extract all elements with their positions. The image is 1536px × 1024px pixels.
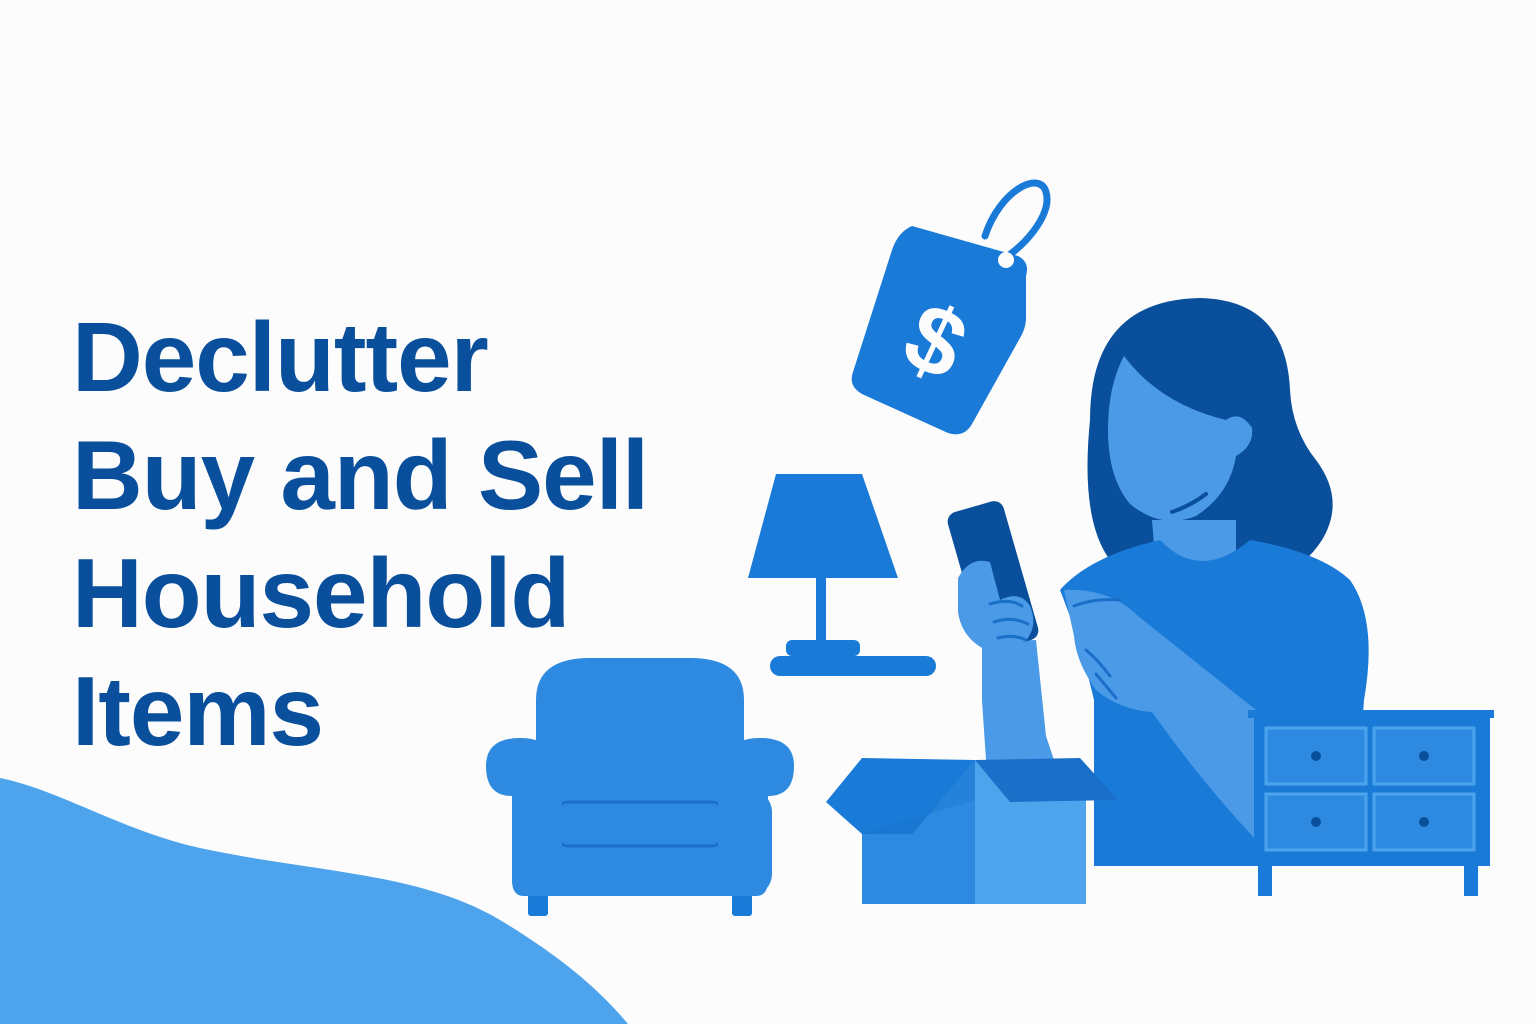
headline-line-1: Declutter <box>72 302 489 412</box>
hero-banner: $ Declutter Buy and Sell Household Items <box>0 0 1536 1024</box>
cardboard-box-icon <box>826 758 1118 904</box>
table-lamp-icon <box>748 474 936 676</box>
dresser-icon <box>1248 710 1494 896</box>
headline-line-2: Buy and Sell <box>72 420 649 530</box>
headline: Declutter Buy and Sell Household Items <box>72 298 649 770</box>
headline-line-4: Items <box>72 656 324 766</box>
headline-line-3: Household <box>72 538 570 648</box>
price-tag-icon: $ <box>851 179 1051 435</box>
